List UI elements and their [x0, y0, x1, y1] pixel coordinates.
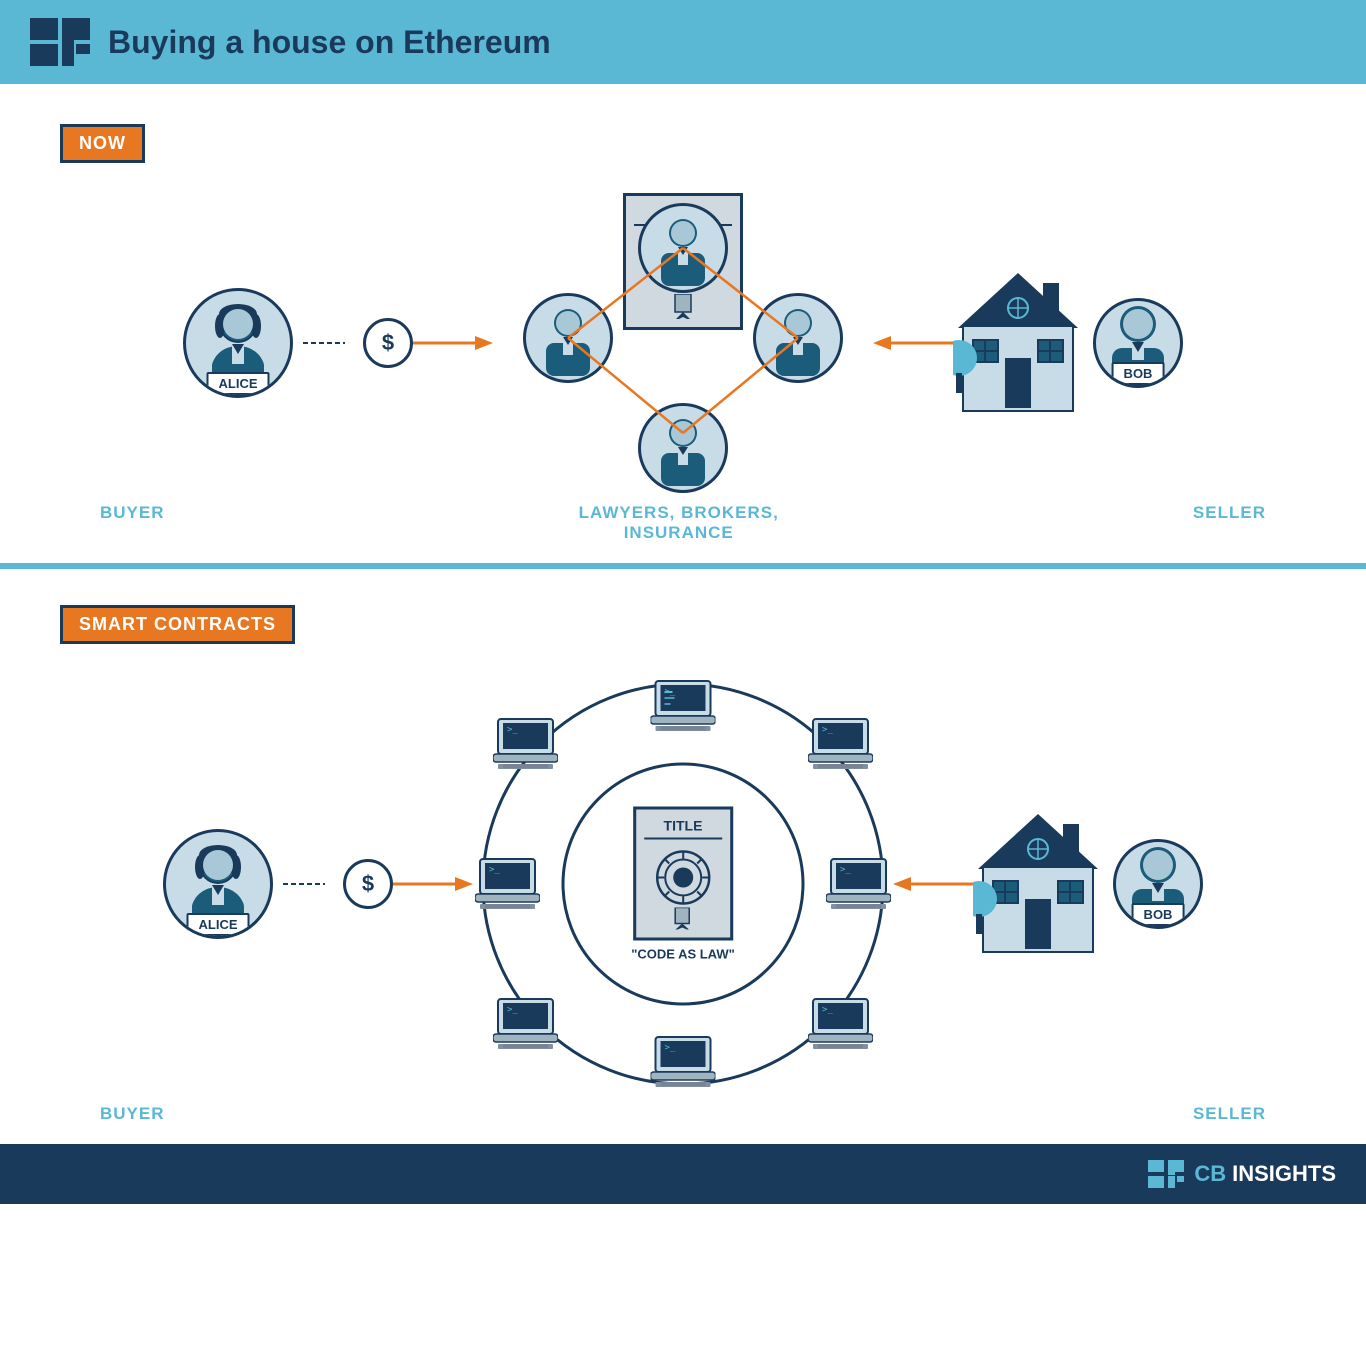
footer-insights-text: INSIGHTS	[1232, 1161, 1336, 1187]
alice-circle: ALICE	[183, 288, 293, 398]
svg-text:>_: >_	[840, 865, 851, 875]
house-icon-now	[953, 268, 1083, 418]
seller-role-label: SELLER	[1193, 503, 1266, 543]
lawyer-left	[523, 293, 613, 383]
sc-seal-icon	[653, 848, 713, 908]
dollar-circle: $	[363, 318, 413, 368]
sc-ribbon-icon	[665, 908, 701, 930]
sc-seller-house-group: BOB	[973, 809, 1203, 959]
header: Buying a house on Ethereum	[0, 0, 1366, 84]
smart-diagram-row: ALICE $ TITLE	[60, 674, 1306, 1094]
sc-buyer-arrow-group: $	[283, 859, 473, 909]
ribbon-icon-now	[663, 294, 703, 319]
sc-alice-name: ALICE	[187, 913, 250, 936]
laptop-top-right: >_	[808, 714, 873, 774]
laptop-top: >_	[651, 676, 716, 736]
laptop-bottom-right: >_	[808, 994, 873, 1054]
bob-name: BOB	[1112, 362, 1165, 385]
svg-text:>_: >_	[507, 1005, 518, 1015]
alice-name: ALICE	[207, 372, 270, 395]
section-now: NOW	[0, 84, 1366, 563]
sc-bob-circle: BOB	[1113, 839, 1203, 929]
middle-role-label: LAWYERS, BROKERS,INSURANCE	[579, 503, 779, 543]
svg-text:>_: >_	[507, 725, 518, 735]
sc-orange-arrow-right	[393, 872, 473, 896]
sc-title-label: TITLE	[644, 818, 722, 840]
now-labels-row: BUYER LAWYERS, BROKERS,INSURANCE SELLER	[60, 503, 1306, 543]
sc-dollar-circle: $	[343, 859, 393, 909]
arrow-line-1	[303, 333, 363, 353]
blockchain-network: TITLE	[473, 674, 893, 1094]
now-badge: NOW	[60, 124, 145, 163]
svg-text:>_: >_	[822, 1005, 833, 1015]
svg-text:>_: >_	[665, 1043, 676, 1053]
smart-badge: SMART CONTRACTS	[60, 605, 295, 644]
buyer-col: ALICE	[183, 288, 293, 398]
laptop-bottom: >_	[651, 1032, 716, 1092]
code-as-law-label: "CODE AS LAW"	[631, 947, 735, 962]
svg-text:>_: >_	[665, 687, 676, 697]
page-title: Buying a house on Ethereum	[108, 24, 551, 61]
lawyer-top	[638, 203, 728, 293]
sc-orange-arrow-left	[893, 872, 973, 896]
sc-buyer-col: ALICE	[163, 829, 273, 939]
svg-text:>_: >_	[822, 725, 833, 735]
svg-text:>_: >_	[489, 865, 500, 875]
footer-cb-logo-icon	[1148, 1160, 1184, 1188]
footer-cb-text: CB	[1194, 1161, 1226, 1187]
sc-buyer-role-label: BUYER	[100, 1104, 165, 1124]
lawyer-right	[753, 293, 843, 383]
lawyer-bottom	[638, 403, 728, 493]
cbinsights-logo	[30, 18, 90, 66]
footer: CB INSIGHTS	[0, 1144, 1366, 1204]
seller-house-group: BOB	[953, 268, 1183, 418]
laptop-bottom-left: >_	[493, 994, 558, 1054]
bob-col: BOB	[1093, 298, 1183, 388]
sc-seller-arrow-group	[893, 872, 973, 896]
now-diagram-row: ALICE $ TITLE	[60, 193, 1306, 493]
sc-bob-col: BOB	[1113, 839, 1203, 929]
orange-arrow-right-1	[413, 331, 493, 355]
orange-arrow-left-1	[873, 331, 953, 355]
buyer-role-label: BUYER	[100, 503, 165, 543]
bob-circle: BOB	[1093, 298, 1183, 388]
sc-seller-role-label: SELLER	[1193, 1104, 1266, 1124]
house-icon-sc	[973, 809, 1103, 959]
sc-title-center: TITLE	[631, 807, 735, 962]
sc-arrow-line	[283, 874, 343, 894]
section-smart: SMART CONTRACTS ALICE	[0, 569, 1366, 1144]
buyer-arrow-group: $	[303, 318, 493, 368]
laptop-left: >_	[475, 854, 540, 914]
sc-alice-circle: ALICE	[163, 829, 273, 939]
lawyers-cluster: TITLE	[493, 193, 873, 493]
sc-bob-name: BOB	[1132, 903, 1185, 926]
laptop-right: >_	[826, 854, 891, 914]
footer-brand: CB INSIGHTS	[1194, 1161, 1336, 1187]
sc-labels-row: BUYER SELLER	[60, 1104, 1306, 1124]
seller-arrow-group	[873, 331, 953, 355]
laptop-top-left: >_	[493, 714, 558, 774]
